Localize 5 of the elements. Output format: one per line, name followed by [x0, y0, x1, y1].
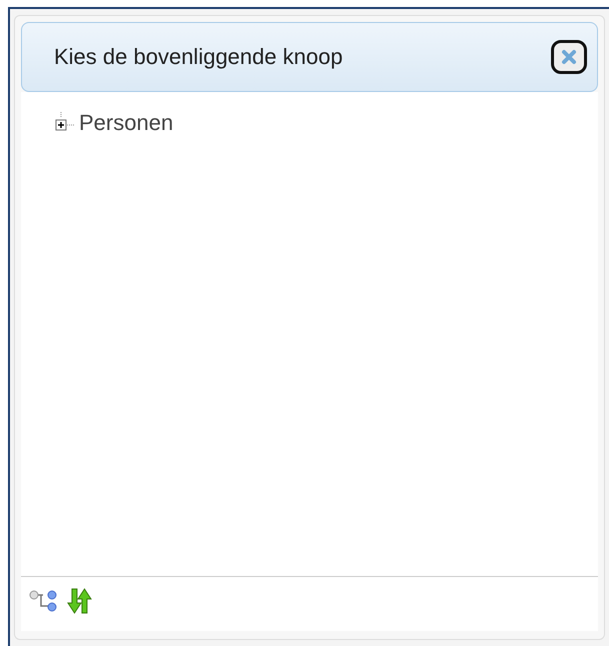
dialog-title: Kies de bovenliggende knoop — [54, 44, 343, 70]
close-button[interactable] — [551, 40, 587, 74]
tree-node[interactable]: Personen — [79, 110, 174, 136]
tree-structure-icon[interactable] — [29, 588, 59, 614]
close-icon — [561, 49, 577, 65]
